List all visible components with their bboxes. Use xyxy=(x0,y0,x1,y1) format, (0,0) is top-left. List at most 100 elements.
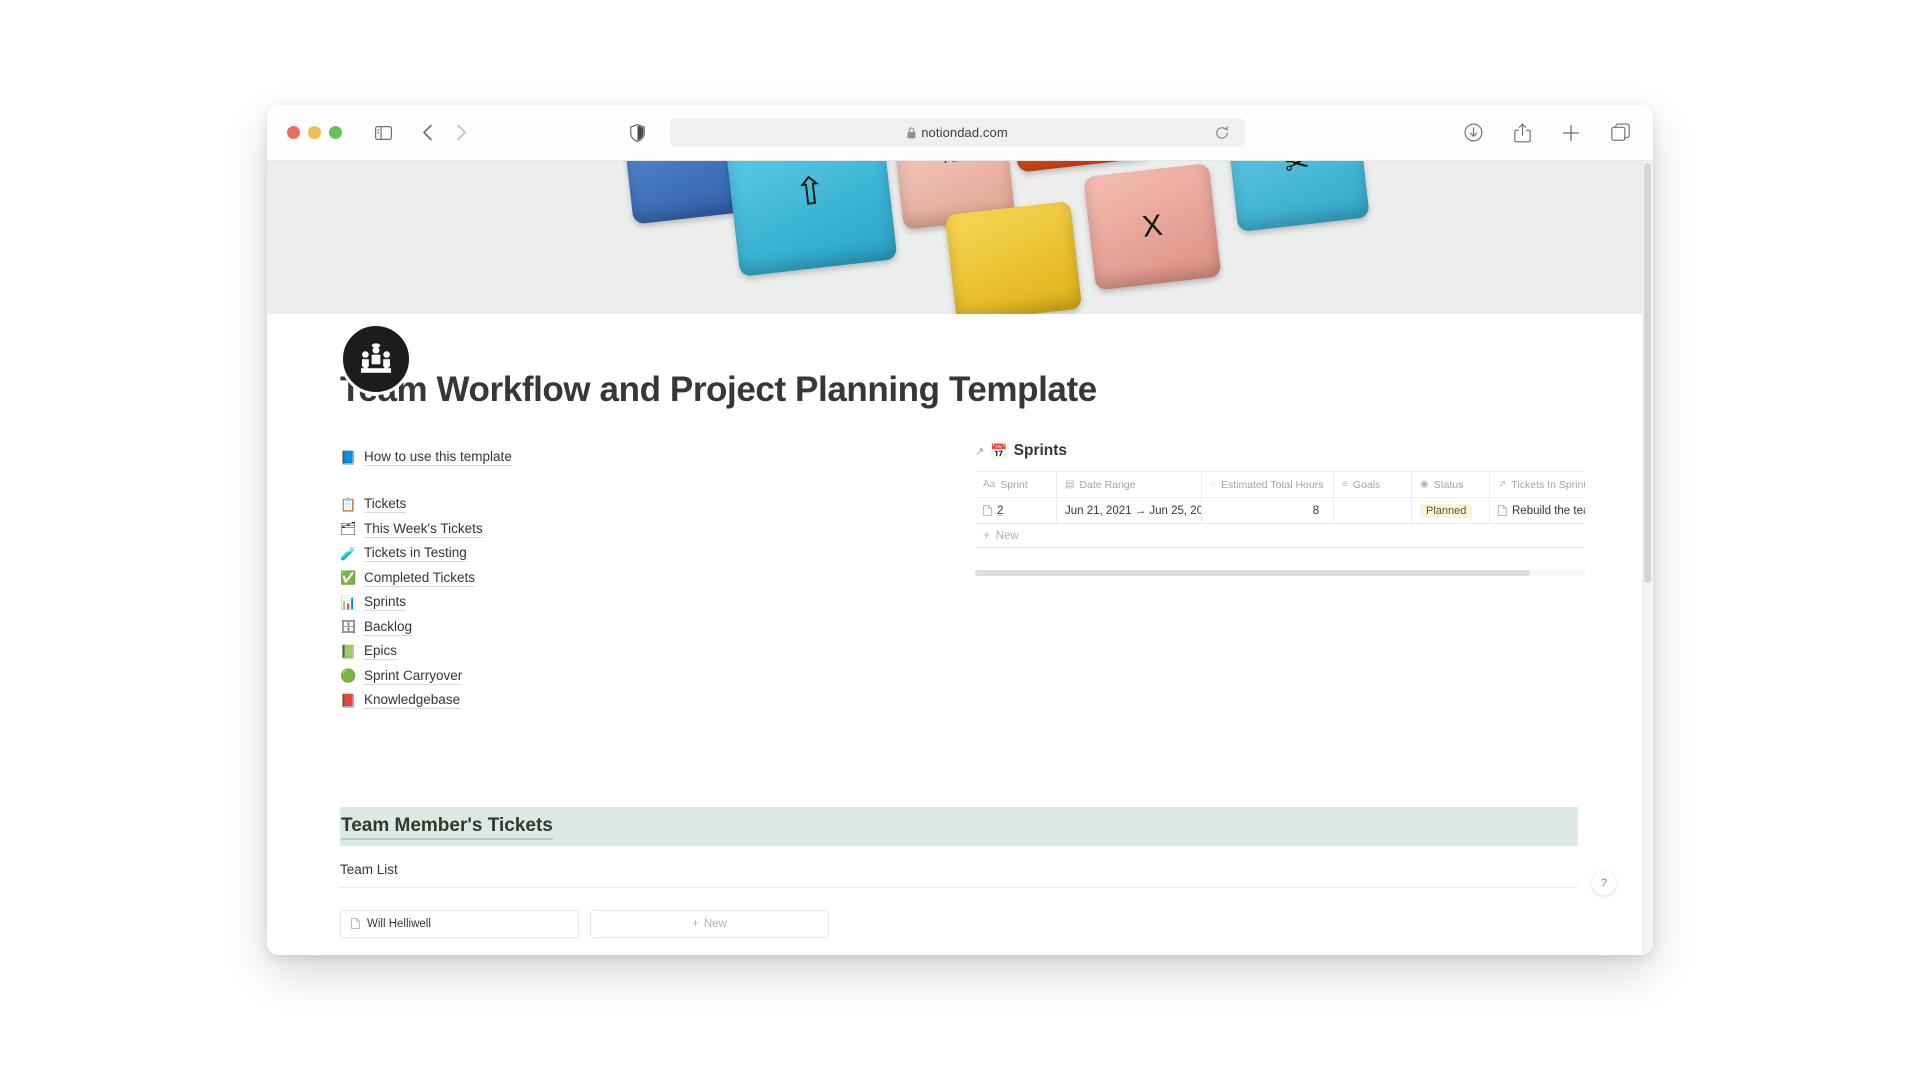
team-members-tickets-heading: Team Member's Tickets xyxy=(340,806,1578,846)
sprints-horizontal-scrollbar[interactable] xyxy=(975,570,1585,576)
maximize-window-button[interactable] xyxy=(329,126,342,139)
back-button[interactable] xyxy=(412,118,442,148)
download-icon[interactable] xyxy=(1458,118,1488,148)
nav-link-completed-tickets[interactable]: ✅ Completed Tickets xyxy=(340,567,975,590)
column-header-status[interactable]: ◉ Status xyxy=(1412,472,1490,497)
cell-value: 8 xyxy=(1312,504,1319,517)
plus-icon: + xyxy=(692,917,699,930)
minimize-window-button[interactable] xyxy=(308,126,321,139)
keyboard-key xyxy=(622,161,746,225)
page-title: Team Workflow and Project Planning Templ… xyxy=(340,370,1097,409)
file-cabinet-icon: 🗄 xyxy=(340,619,357,634)
forward-button[interactable] xyxy=(446,118,476,148)
calendar-emoji-icon: 📅 xyxy=(990,442,1008,459)
column-header-date-range[interactable]: ▤ Date Range xyxy=(1057,472,1202,497)
nav-link-epics[interactable]: 📗 Epics xyxy=(340,640,975,663)
clipboard-icon: 📋 xyxy=(340,496,357,512)
keyboard-key-save: Save xyxy=(1004,161,1152,173)
cell-date-range[interactable]: Jun 21, 2021 → Jun 25, 2021 xyxy=(1057,498,1202,523)
scrollbar-thumb[interactable] xyxy=(975,570,1530,576)
nav-link-label: Backlog xyxy=(364,618,413,636)
add-team-member-card[interactable]: + New xyxy=(590,909,829,938)
column-label: Status xyxy=(1433,478,1464,491)
keyboard-key-shift: ⇧ xyxy=(723,161,898,277)
cell-value: Rebuild the team w xyxy=(1512,504,1585,517)
column-label: Tickets In Sprint xyxy=(1511,478,1585,491)
nav-link-this-weeks-tickets[interactable]: 🗂 This Week's Tickets xyxy=(340,518,975,541)
sprints-database-title[interactable]: ↗ 📅 Sprints xyxy=(975,442,1585,460)
card-index-icon: 🗂 xyxy=(340,521,357,536)
nav-link-label: Completed Tickets xyxy=(364,569,476,587)
calendar-property-icon: ▤ xyxy=(1065,479,1075,490)
new-row-label: New xyxy=(995,529,1019,542)
test-tube-icon: 🧪 xyxy=(340,545,357,561)
nav-link-label: How to use this template xyxy=(364,449,512,466)
lock-icon xyxy=(907,126,916,138)
window-controls xyxy=(287,126,342,139)
page-body: Team Workflow and Project Planning Templ… xyxy=(267,323,1653,955)
page-icon xyxy=(1498,505,1507,516)
green-book-icon: 📗 xyxy=(340,643,357,659)
formula-property-icon: ◌ xyxy=(1210,479,1216,490)
red-book-icon: 📕 xyxy=(340,692,357,708)
column-header-sprint[interactable]: Aa Sprint xyxy=(975,472,1057,497)
column-header-estimated-total-hours[interactable]: ◌ Estimated Total Hours xyxy=(1202,472,1334,497)
add-new-sprint-row-button[interactable]: + New xyxy=(975,524,1585,548)
help-button[interactable]: ? xyxy=(1592,871,1616,895)
cell-estimated-total-hours[interactable]: 8 xyxy=(1202,498,1334,523)
nav-links-column: 📘 How to use this template 📋 Tickets 🗂 T… xyxy=(340,442,975,714)
column-header-goals[interactable]: ≡ Goals xyxy=(1334,472,1412,497)
address-bar[interactable]: notiondad.com xyxy=(670,118,1245,147)
check-circle-icon: ✅ xyxy=(340,570,357,585)
nav-link-sprints[interactable]: 📊 Sprints xyxy=(340,591,975,614)
nav-link-backlog[interactable]: 🗄 Backlog xyxy=(340,616,975,639)
browser-toolbar: notiondad.com xyxy=(267,105,1653,161)
green-circle-icon: 🟢 xyxy=(340,668,357,683)
reload-icon[interactable] xyxy=(1207,118,1237,148)
nav-link-label: Tickets in Testing xyxy=(364,545,467,562)
sprints-table: Aa Sprint ▤ Date Range ◌ Estimated Total… xyxy=(975,471,1585,548)
page-icon xyxy=(351,918,360,929)
nav-link-tickets[interactable]: 📋 Tickets xyxy=(340,493,975,516)
nav-link-label: This Week's Tickets xyxy=(364,520,483,538)
keyboard-key-yellow xyxy=(944,200,1083,314)
new-tab-icon[interactable] xyxy=(1556,118,1586,148)
sprints-title-label: Sprints xyxy=(1013,442,1068,459)
page-cover-image: ⇧ Select All Save ✂ X xyxy=(267,161,1647,314)
sprints-database-block: ↗ 📅 Sprints Aa Sprint ▤ Date Range ◌ Est… xyxy=(975,442,1585,714)
cell-status[interactable]: Planned xyxy=(1412,498,1490,523)
nav-link-label: Tickets xyxy=(364,496,407,513)
team-members-tickets-section: Team Member's Tickets Team List Will Hel… xyxy=(340,806,1578,938)
nav-link-sprint-carryover[interactable]: 🟢 Sprint Carryover xyxy=(340,665,975,688)
table-header-row: Aa Sprint ▤ Date Range ◌ Estimated Total… xyxy=(975,472,1585,498)
select-property-icon: ◉ xyxy=(1420,479,1429,490)
nav-link-how-to-use[interactable]: 📘 How to use this template xyxy=(340,446,975,469)
new-card-label: New xyxy=(703,917,727,930)
page-avatar[interactable] xyxy=(340,323,412,395)
url-text-wrapper: notiondad.com xyxy=(907,125,1008,140)
nav-link-knowledgebase[interactable]: 📕 Knowledgebase xyxy=(340,689,975,712)
multiline-text-property-icon: ≡ xyxy=(1342,479,1348,490)
team-list-cards: Will Helliwell + New xyxy=(340,909,1578,938)
table-row[interactable]: 2 Jun 21, 2021 → Jun 25, 2021 8 Planned … xyxy=(975,498,1585,524)
team-member-card[interactable]: Will Helliwell xyxy=(340,909,579,938)
page-icon xyxy=(983,505,992,516)
tab-overview-icon[interactable] xyxy=(1605,118,1635,148)
nav-link-label: Sprint Carryover xyxy=(364,667,463,685)
cell-goals[interactable] xyxy=(1334,498,1412,523)
share-icon[interactable] xyxy=(1507,118,1537,148)
heading-text: Team Member's Tickets xyxy=(341,814,553,840)
shield-icon[interactable] xyxy=(622,118,652,148)
page-viewport: ⇧ Select All Save ✂ X xyxy=(267,161,1653,955)
page-vertical-scrollbar[interactable] xyxy=(1644,163,1651,583)
cell-value: Jun 21, 2021 → Jun 25, 2021 xyxy=(1065,504,1202,517)
sidebar-toggle-icon[interactable] xyxy=(368,118,398,148)
close-window-button[interactable] xyxy=(287,126,300,139)
column-header-tickets-in-sprint[interactable]: ↗ Tickets In Sprint xyxy=(1490,472,1585,497)
column-label: Estimated Total Hours xyxy=(1220,478,1324,491)
cell-sprint[interactable]: 2 xyxy=(975,498,1057,523)
cell-tickets-in-sprint[interactable]: Rebuild the team w xyxy=(1490,498,1585,523)
nav-link-tickets-in-testing[interactable]: 🧪 Tickets in Testing xyxy=(340,542,975,565)
toolbar-right-group xyxy=(1458,118,1635,148)
open-link-arrow-icon: ↗ xyxy=(975,445,985,458)
